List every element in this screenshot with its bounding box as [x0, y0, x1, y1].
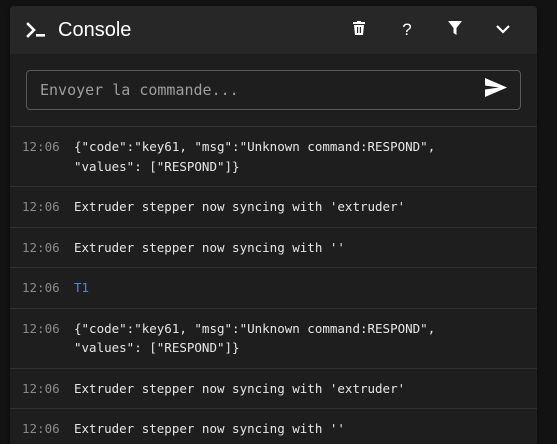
console-entry: 12:06 Extruder stepper now syncing with '… [10, 187, 537, 228]
console-entry: 12:06 {"code":"key61, "msg":"Unknown comm… [10, 309, 537, 369]
entry-timestamp: 12:06 [22, 239, 60, 255]
entry-timestamp: 12:06 [22, 139, 60, 154]
console-entry: 12:06 Extruder stepper now syncing with '… [10, 228, 537, 268]
chevron-down-icon [496, 21, 510, 39]
clear-button[interactable] [335, 12, 383, 48]
help-icon: ? [402, 20, 412, 39]
entry-message: {"code":"key61, "msg":"Unknown command:R… [74, 320, 436, 356]
console-icon [26, 19, 48, 41]
console-entry: 12:06 T1 [10, 268, 537, 309]
entry-message: Extruder stepper now syncing with 'extru… [74, 380, 406, 396]
console-entry: 12:06 Extruder stepper now syncing with '… [10, 369, 537, 409]
entry-message: Extruder stepper now syncing with 'extru… [74, 199, 406, 214]
command-input[interactable] [38, 80, 482, 100]
filter-icon [448, 20, 462, 40]
console-panel: Console ? Envoyer la commande... 12:06 {… [10, 6, 537, 444]
entry-timestamp: 12:06 [22, 280, 60, 295]
send-button[interactable] [482, 76, 510, 104]
entry-command[interactable]: T1 [74, 278, 89, 298]
console-header: Console ? [10, 6, 537, 54]
command-input-area [10, 54, 537, 126]
entry-timestamp: 12:06 [22, 421, 60, 436]
help-button[interactable]: ? [383, 12, 431, 48]
filter-button[interactable] [431, 12, 479, 48]
collapse-button[interactable] [479, 12, 527, 48]
console-entry: 12:06 {"code":"key61, "msg":"Unknown comm… [10, 127, 537, 187]
trash-icon [353, 20, 365, 40]
send-icon [485, 78, 507, 102]
command-field [26, 70, 521, 110]
entry-timestamp: 12:06 [22, 380, 60, 396]
title-group: Console [26, 19, 335, 42]
entry-message: {"code":"key61, "msg":"Unknown command:R… [74, 139, 436, 174]
entry-timestamp: 12:06 [22, 320, 60, 336]
console-log[interactable]: 12:06 {"code":"key61, "msg":"Unknown comm… [10, 126, 537, 444]
console-entry: 12:06 Extruder stepper now syncing with '… [10, 409, 537, 444]
entry-timestamp: 12:06 [22, 199, 60, 214]
entry-message: Extruder stepper now syncing with '' [74, 421, 345, 436]
entry-message: Extruder stepper now syncing with '' [74, 239, 345, 255]
page-title: Console [58, 18, 132, 41]
